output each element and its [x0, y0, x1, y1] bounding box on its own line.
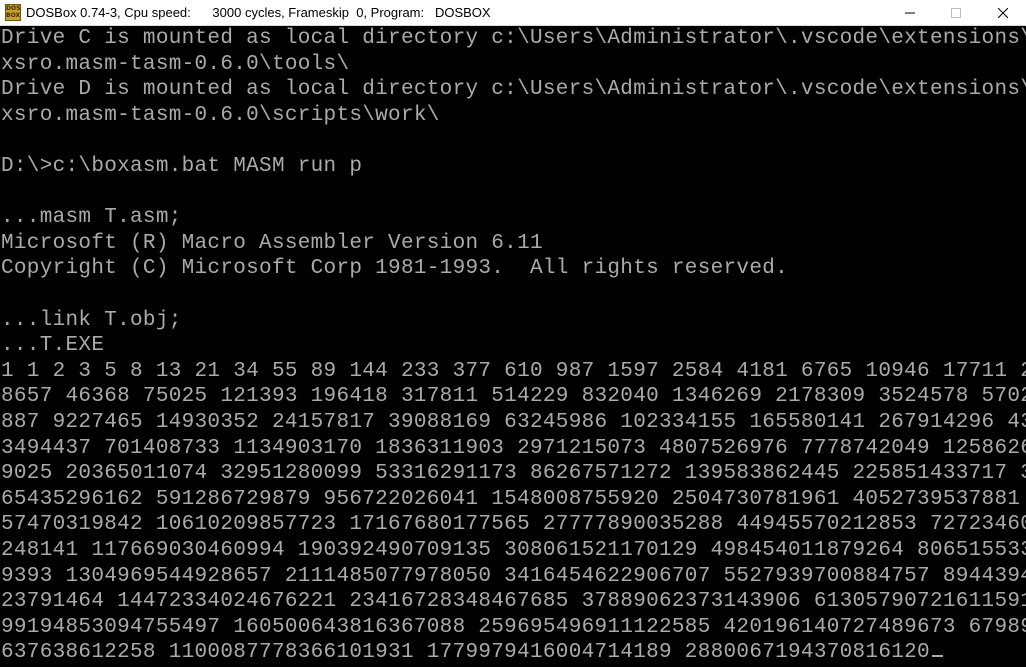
maximize-icon — [951, 8, 961, 18]
console-line: ...T.EXE — [1, 334, 105, 358]
window-title: DOSBox 0.74-3, Cpu speed: 3000 cycles, F… — [26, 5, 491, 20]
console-line: Microsoft (R) Macro Assembler Version 6.… — [1, 231, 543, 255]
dosbox-app-icon[interactable]: DOS BOX — [5, 4, 21, 21]
console-line: Drive D is mounted as local directory c:… — [1, 78, 1026, 102]
console-line: 9393 1304969544928657 2111485077978050 3… — [1, 564, 1026, 588]
console-line: 1 1 2 3 5 8 13 21 34 55 89 144 233 377 6… — [1, 359, 1026, 383]
maximize-button[interactable] — [933, 0, 979, 26]
title-bar[interactable]: DOS BOX DOSBox 0.74-3, Cpu speed: 3000 c… — [0, 0, 1026, 26]
dos-console[interactable]: Drive C is mounted as local directory c:… — [0, 26, 1026, 667]
console-last-line: 637638612258 1100087778366101931 1779979… — [1, 640, 943, 665]
console-line: 23791464 14472334024676221 2341672834846… — [1, 590, 1026, 614]
console-line: Drive C is mounted as local directory c:… — [1, 27, 1026, 50]
console-line: 65435296162 591286729879 956722026041 15… — [1, 487, 1026, 511]
text-cursor — [931, 655, 943, 658]
close-icon — [998, 8, 1008, 18]
console-line: D:\>c:\boxasm.bat MASM run p — [1, 155, 363, 178]
minimize-icon — [905, 12, 915, 14]
console-line: 887 9227465 14930352 24157817 39088169 6… — [1, 411, 1026, 434]
console-line: 57470319842 10610209857723 1716768017756… — [1, 513, 1026, 537]
console-line: 248141 117669030460994 190392490709135 3… — [1, 539, 1026, 562]
console-line-text: 637638612258 1100087778366101931 1779979… — [1, 641, 930, 665]
console-line: Copyright (C) Microsoft Corp 1981-1993. … — [1, 257, 789, 281]
close-button[interactable] — [980, 0, 1026, 26]
console-line: 8657 46368 75025 121393 196418 317811 51… — [1, 385, 1026, 409]
console-line: ...link T.obj; — [1, 308, 182, 332]
app-icon-text: DOS BOX — [6, 5, 21, 19]
console-line: 99194853094755497 160500643816367088 259… — [1, 615, 1026, 639]
minimize-button[interactable] — [887, 0, 933, 26]
console-line: xsro.masm-tasm-0.6.0\tools\ — [1, 52, 350, 76]
dosbox-window: DOS BOX DOSBox 0.74-3, Cpu speed: 3000 c… — [0, 0, 1026, 667]
console-line: ...masm T.asm; — [1, 206, 182, 230]
console-line: xsro.masm-tasm-0.6.0\scripts\work\ — [1, 103, 440, 127]
console-line: 9025 20365011074 32951280099 53316291173… — [1, 462, 1026, 486]
console-line: 3494437 701408733 1134903170 1836311903 … — [1, 436, 1026, 460]
